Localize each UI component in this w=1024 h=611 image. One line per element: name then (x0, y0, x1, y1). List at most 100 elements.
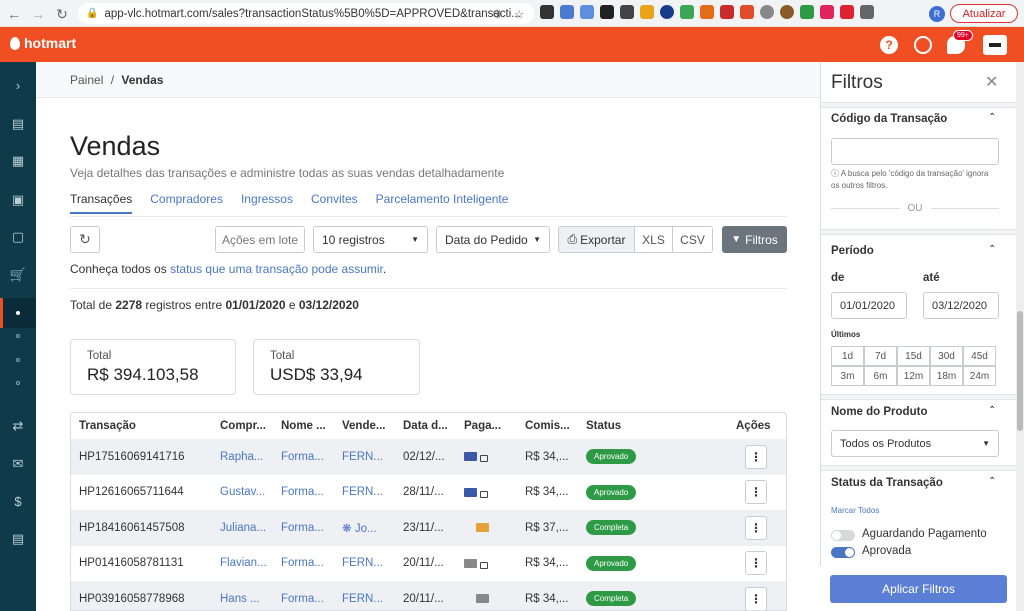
range-18m-button[interactable]: 18m (930, 366, 963, 386)
extension-icon[interactable] (720, 5, 734, 19)
range-6m-button[interactable]: 6m (864, 366, 897, 386)
tab-transacoes[interactable]: Transações (70, 192, 133, 214)
filters-scrollbar[interactable] (1016, 62, 1024, 611)
col-produto[interactable]: Nome ... (281, 420, 342, 432)
tab-compradores[interactable]: Compradores (150, 192, 223, 214)
breadcrumb-root[interactable]: Painel (70, 73, 103, 87)
tab-parcelamento[interactable]: Parcelamento Inteligente (376, 192, 509, 214)
buyer-link[interactable]: Flavian... (220, 557, 281, 569)
col-transacao[interactable]: Transação (71, 420, 220, 432)
table-row[interactable]: HP01416058781131 Flavian... Forma... FER… (71, 546, 786, 582)
reports-icon[interactable]: ▤ (0, 524, 36, 554)
status-heading[interactable]: Status da Transação (831, 477, 943, 489)
profile-avatar[interactable]: R (929, 6, 945, 22)
product-link[interactable]: Forma... (281, 451, 342, 463)
range-7d-button[interactable]: 7d (864, 346, 897, 366)
chevron-up-icon[interactable]: ⌃ (988, 476, 996, 487)
extension-icon[interactable] (840, 5, 854, 19)
back-icon[interactable]: ← (3, 3, 25, 25)
toggle-aguardando[interactable] (831, 530, 855, 541)
affiliate-icon[interactable]: ▣ (0, 185, 36, 215)
messages-icon[interactable]: ✉ (0, 449, 36, 479)
expand-sidebar-icon[interactable]: › (0, 70, 36, 100)
period-from-input[interactable]: 01/01/2020 (831, 292, 907, 319)
address-bar[interactable]: 🔒 app-vlc.hotmart.com/sales?transactionS… (78, 3, 534, 24)
seller-link[interactable]: FERN... (342, 557, 403, 569)
table-row[interactable]: HP17516069141716 Rapha... Forma... FERN.… (71, 439, 786, 475)
seller-link[interactable]: ❋ Jo... (342, 521, 403, 535)
range-12m-button[interactable]: 12m (897, 366, 930, 386)
product-link[interactable]: Forma... (281, 557, 342, 569)
filters-button[interactable]: ▼ Filtros (722, 226, 787, 253)
period-to-input[interactable]: 03/12/2020 (923, 292, 999, 319)
transaction-code-input[interactable] (831, 138, 999, 165)
product-link[interactable]: Forma... (281, 486, 342, 498)
extension-icon[interactable] (540, 5, 554, 19)
apps-icon[interactable] (914, 36, 932, 54)
extension-icon[interactable] (740, 5, 754, 19)
export-button[interactable]: ⎙ Exportar (558, 226, 635, 253)
export-csv-button[interactable]: CSV (672, 226, 713, 253)
reload-icon[interactable]: ↻ (51, 3, 73, 25)
extension-icon[interactable] (760, 5, 774, 19)
apply-filters-button[interactable]: Aplicar Filtros (830, 575, 1007, 603)
extension-icon[interactable] (580, 5, 594, 19)
sidebar-subitem[interactable] (16, 334, 20, 338)
extension-icon[interactable] (600, 5, 614, 19)
tab-ingressos[interactable]: Ingressos (241, 192, 293, 214)
tab-convites[interactable]: Convites (311, 192, 358, 214)
extension-icon[interactable] (800, 5, 814, 19)
row-actions-button[interactable]: ⋮ (745, 444, 767, 469)
forward-icon[interactable]: → (27, 3, 49, 25)
star-icon[interactable]: ☆ (514, 7, 524, 21)
buyer-link[interactable]: Hans ... (220, 593, 281, 605)
product-link[interactable]: Forma... (281, 593, 342, 605)
product-heading[interactable]: Nome do Produto (831, 406, 927, 418)
range-3m-button[interactable]: 3m (831, 366, 864, 386)
range-1d-button[interactable]: 1d (831, 346, 864, 366)
status-info-link[interactable]: status que uma transação pode assumir (170, 262, 383, 276)
grid-icon[interactable]: ▦ (0, 146, 36, 176)
range-15d-button[interactable]: 15d (897, 346, 930, 366)
cart-icon[interactable]: 🛒 (0, 260, 36, 290)
transaction-code-heading[interactable]: Código da Transação (831, 113, 947, 125)
extension-icon[interactable] (620, 5, 634, 19)
toggle-aprovada[interactable] (831, 547, 855, 558)
mark-all-link[interactable]: Marcar Todos (831, 505, 879, 517)
puzzle-icon[interactable] (860, 5, 874, 19)
table-row[interactable]: HP03916058778968 Hans ... Forma... FERN.… (71, 581, 786, 610)
chevron-up-icon[interactable]: ⌃ (988, 112, 996, 123)
export-xls-button[interactable]: XLS (634, 226, 673, 253)
period-heading[interactable]: Período (831, 245, 874, 257)
buyer-link[interactable]: Rapha... (220, 451, 281, 463)
refresh-button[interactable]: ↻ (70, 226, 100, 253)
range-24m-button[interactable]: 24m (963, 366, 996, 386)
seller-link[interactable]: FERN... (342, 486, 403, 498)
sync-icon[interactable]: ⇄ (0, 411, 36, 441)
per-page-select[interactable]: 10 registros ▼ (313, 226, 428, 253)
help-icon[interactable]: ? (880, 36, 898, 54)
col-comprador[interactable]: Compr... (220, 420, 281, 432)
user-menu-button[interactable] (983, 35, 1007, 55)
table-row[interactable]: HP18416061457508 Juliana... Forma... ❋ J… (71, 510, 786, 546)
product-link[interactable]: Forma... (281, 522, 342, 534)
row-actions-button[interactable]: ⋮ (745, 586, 767, 610)
col-comissao[interactable]: Comis... (525, 420, 586, 432)
extension-icon[interactable] (700, 5, 714, 19)
col-vendedor[interactable]: Vende... (342, 420, 403, 432)
dashboard-icon[interactable]: ▤ (0, 109, 36, 139)
row-actions-button[interactable]: ⋮ (745, 515, 767, 540)
range-45d-button[interactable]: 45d (963, 346, 996, 366)
hotmart-logo[interactable]: hotmart (10, 35, 76, 51)
product-box-icon[interactable]: ▢ (0, 222, 36, 252)
col-data[interactable]: Data d... (403, 420, 464, 432)
product-select[interactable]: Todos os Produtos ▼ (831, 430, 999, 457)
range-30d-button[interactable]: 30d (930, 346, 963, 366)
sidebar-subitem[interactable] (16, 381, 20, 385)
seller-link[interactable]: FERN... (342, 593, 403, 605)
col-pagamento[interactable]: Paga... (464, 420, 525, 432)
table-row[interactable]: HP12616065711644 Gustav... Forma... FERN… (71, 475, 786, 511)
chevron-up-icon[interactable]: ⌃ (988, 244, 996, 255)
extension-icon[interactable] (680, 5, 694, 19)
sidebar-subitem-sales[interactable] (0, 298, 36, 328)
